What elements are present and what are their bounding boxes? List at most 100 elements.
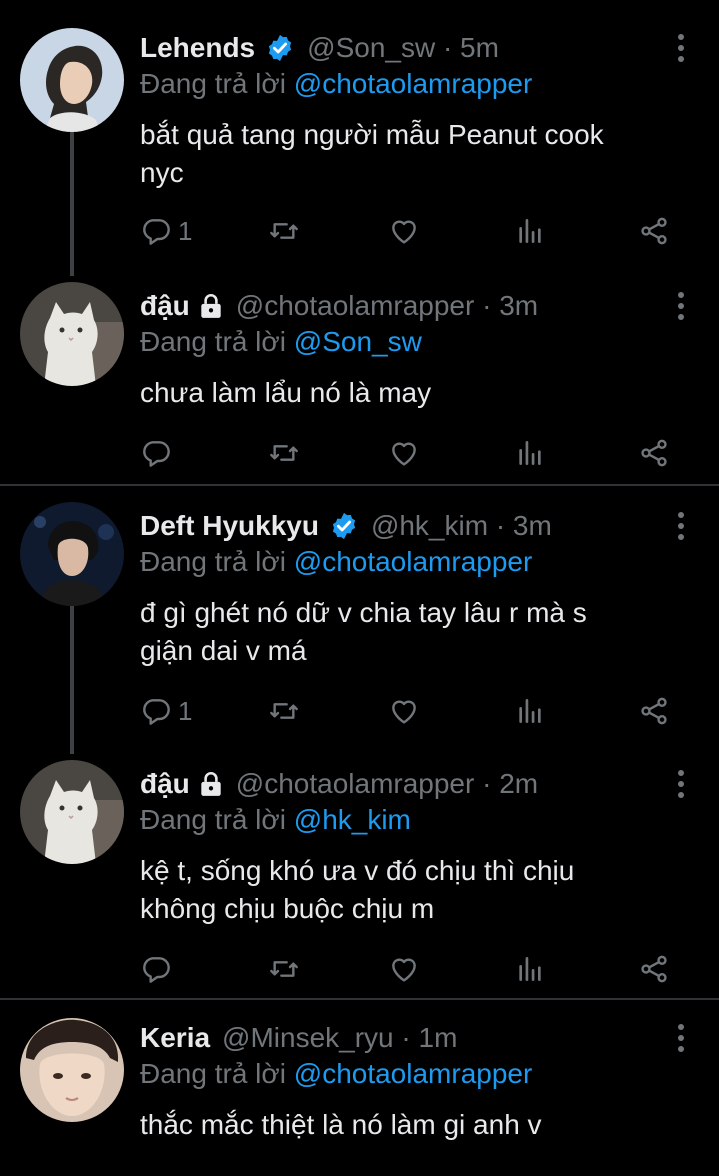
avatar-cat-icon: [20, 760, 124, 864]
more-options-icon[interactable]: [675, 1022, 687, 1054]
more-options-icon[interactable]: [675, 768, 687, 800]
replying-label: Đang trả lời: [140, 1058, 294, 1089]
retweet-button[interactable]: [268, 436, 300, 470]
divider: [0, 998, 719, 1000]
share-icon: [641, 697, 667, 725]
tweet-text: đ gì ghét nó dữ v chia tay lâu r mà s gi…: [140, 594, 700, 670]
tweet-text-line: nyc: [140, 157, 184, 188]
retweet-button[interactable]: [268, 952, 300, 986]
handle-time[interactable]: @Son_sw · 5m: [307, 32, 499, 64]
share-button[interactable]: [638, 694, 670, 728]
share-icon: [641, 955, 667, 983]
reply-button[interactable]: [140, 436, 172, 470]
avatar-cat-icon: [20, 282, 124, 386]
verified-badge-icon: [269, 34, 292, 62]
views-icon: [519, 957, 541, 981]
mention-link[interactable]: @chotaolamrapper: [294, 1058, 533, 1089]
avatar[interactable]: [20, 282, 124, 386]
avatar-man-icon: [20, 28, 124, 132]
avatar[interactable]: [20, 760, 124, 864]
display-name[interactable]: đậu: [140, 768, 190, 800]
replying-to: Đang trả lời @chotaolamrapper: [140, 1058, 532, 1090]
display-name[interactable]: đậu: [140, 290, 190, 322]
display-name[interactable]: Keria: [140, 1022, 210, 1054]
mention-link[interactable]: @chotaolamrapper: [294, 546, 533, 577]
action-bar: 1: [140, 694, 685, 728]
heart-icon: [392, 700, 416, 724]
avatar[interactable]: [20, 1018, 124, 1122]
share-button[interactable]: [638, 214, 670, 248]
share-button[interactable]: [638, 952, 670, 986]
action-bar: 1: [140, 214, 685, 248]
replying-label: Đang trả lời: [140, 326, 294, 357]
thread-line: [70, 604, 74, 754]
verified-badge-icon: [332, 512, 356, 540]
avatar[interactable]: [20, 28, 124, 132]
like-button[interactable]: [388, 436, 420, 470]
retweet-icon: [270, 223, 298, 239]
tweet-text-line: thắc mắc thiệt là nó làm gi anh v: [140, 1109, 542, 1140]
handle-time[interactable]: @chotaolamrapper · 3m: [236, 290, 538, 322]
mention-link[interactable]: @Son_sw: [294, 326, 422, 357]
share-icon: [641, 439, 667, 467]
replying-label: Đang trả lời: [140, 68, 294, 99]
views-button[interactable]: [514, 952, 546, 986]
reply-count: 1: [178, 215, 193, 246]
mention-link[interactable]: @hk_kim: [294, 804, 411, 835]
more-options-icon[interactable]: [675, 510, 687, 542]
avatar-face-icon: [20, 1018, 124, 1122]
more-options-icon[interactable]: [675, 290, 687, 322]
share-icon: [641, 217, 667, 245]
tweet-text: bắt quả tang người mẫu Peanut cook nyc: [140, 116, 700, 192]
retweet-icon: [270, 961, 298, 977]
share-button[interactable]: [638, 436, 670, 470]
handle-time[interactable]: @Minsek_ryu · 1m: [222, 1022, 457, 1054]
tweet-text: thắc mắc thiệt là nó làm gi anh v: [140, 1106, 700, 1144]
tweet-text-line: giận dai v má: [140, 635, 307, 666]
tweet-text-line: chưa làm lẩu nó là may: [140, 377, 432, 408]
views-button[interactable]: [514, 436, 546, 470]
retweet-button[interactable]: [268, 214, 300, 248]
replying-label: Đang trả lời: [140, 804, 294, 835]
views-icon: [519, 441, 541, 465]
reply-icon: [143, 219, 170, 245]
replying-label: Đang trả lời: [140, 546, 294, 577]
views-icon: [519, 219, 541, 243]
heart-icon: [392, 958, 416, 982]
heart-icon: [392, 220, 416, 244]
reply-icon: [143, 699, 170, 725]
like-button[interactable]: [388, 694, 420, 728]
handle-time[interactable]: @chotaolamrapper · 2m: [236, 768, 538, 800]
reply-button[interactable]: 1: [140, 214, 192, 248]
action-bar: [140, 436, 685, 470]
like-button[interactable]: [388, 952, 420, 986]
reply-button[interactable]: 1: [140, 694, 192, 728]
reply-button[interactable]: [140, 952, 172, 986]
tweet-text-line: đ gì ghét nó dữ v chia tay lâu r mà s: [140, 597, 587, 628]
tweet-text-line: kệ t, sống khó ưa v đó chịu thì chịu: [140, 855, 575, 886]
avatar[interactable]: [20, 502, 124, 606]
divider: [0, 484, 719, 486]
replying-to: Đang trả lời @chotaolamrapper: [140, 546, 532, 578]
reply-icon: [143, 441, 170, 467]
tweet-text-line: không chịu buộc chịu m: [140, 893, 435, 924]
retweet-icon: [270, 445, 298, 461]
tweet-text: kệ t, sống khó ưa v đó chịu thì chịu khô…: [140, 852, 700, 928]
action-bar: [140, 952, 685, 986]
heart-icon: [392, 442, 416, 466]
tweet-text: chưa làm lẩu nó là may: [140, 374, 700, 412]
avatar-man-icon: [20, 502, 124, 606]
more-options-icon[interactable]: [675, 32, 687, 64]
like-button[interactable]: [388, 214, 420, 248]
views-icon: [519, 699, 541, 723]
mention-link[interactable]: @chotaolamrapper: [294, 68, 533, 99]
handle-time[interactable]: @hk_kim · 3m: [371, 510, 552, 542]
retweet-button[interactable]: [268, 694, 300, 728]
replying-to: Đang trả lời @chotaolamrapper: [140, 68, 532, 100]
display-name[interactable]: Lehends: [140, 32, 255, 64]
views-button[interactable]: [514, 694, 546, 728]
display-name[interactable]: Deft Hyukkyu: [140, 510, 319, 542]
reply-icon: [143, 957, 170, 983]
replying-to: Đang trả lời @hk_kim: [140, 804, 411, 836]
views-button[interactable]: [514, 214, 546, 248]
